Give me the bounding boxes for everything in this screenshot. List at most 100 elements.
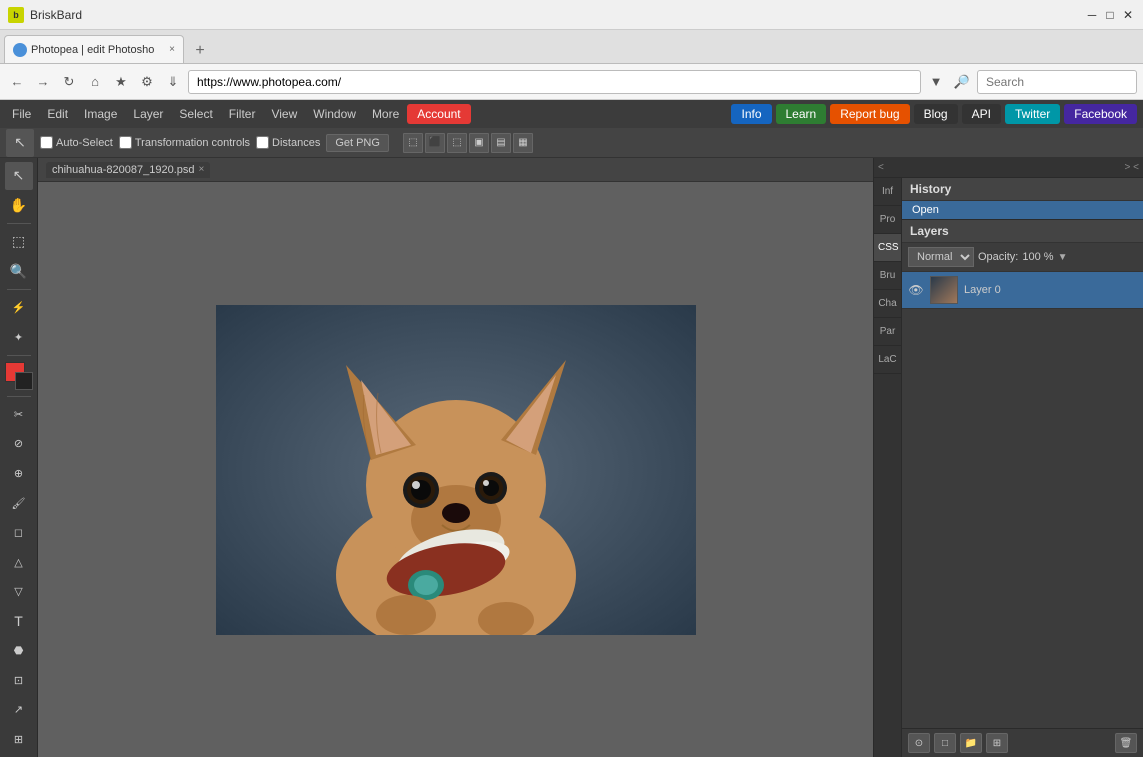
align-right-icon[interactable]: ⬚ (447, 133, 467, 153)
layer-thumbnail (930, 276, 958, 304)
canvas-image[interactable] (216, 305, 696, 635)
panel-collapse-left[interactable]: < (878, 162, 884, 173)
tab-close-button[interactable]: × (169, 44, 175, 55)
address-search[interactable]: 🔎 (951, 71, 973, 93)
side-tab-pro[interactable]: Pro (874, 206, 901, 234)
crop-tool-button[interactable]: ✂ (5, 401, 33, 429)
align-left-icon[interactable]: ⬚ (403, 133, 423, 153)
side-tab-css[interactable]: CSS (874, 234, 901, 262)
canvas-tab-close[interactable]: × (199, 164, 205, 175)
eyedropper-button[interactable]: ⊘ (5, 430, 33, 458)
marquee-tool-button[interactable]: ⬚ (5, 228, 33, 256)
menu-window[interactable]: Window (305, 103, 364, 125)
auto-select-option[interactable]: Auto-Select (40, 136, 113, 149)
side-tab-bru[interactable]: Bru (874, 262, 901, 290)
layer-visibility-icon[interactable]: 👁 (908, 282, 924, 298)
new-group-button[interactable]: 📁 (960, 733, 982, 753)
layers-toolbar: Normal Opacity: 100 % ▼ (902, 243, 1143, 272)
delete-layer-button[interactable]: 🗑 (1115, 733, 1137, 753)
layers-panel: Layers Normal Opacity: 100 % ▼ 👁 (902, 220, 1143, 757)
path-tool-button[interactable]: ↗ (5, 696, 33, 724)
layer-thumbnail-image (931, 277, 957, 303)
transformation-controls-option[interactable]: Transformation controls (119, 136, 250, 149)
learn-button[interactable]: Learn (776, 104, 827, 124)
minimize-button[interactable]: ─ (1085, 8, 1099, 22)
layer-mask-button[interactable]: □ (934, 733, 956, 753)
shape-tool-button[interactable]: ⬣ (5, 637, 33, 665)
distances-checkbox[interactable] (256, 136, 269, 149)
auto-select-checkbox[interactable] (40, 136, 53, 149)
maximize-button[interactable]: □ (1103, 8, 1117, 22)
layer-style-button[interactable]: ⊙ (908, 733, 930, 753)
bookmark-button[interactable]: ★ (110, 71, 132, 93)
close-button[interactable]: ✕ (1121, 8, 1135, 22)
side-tab-par[interactable]: Par (874, 318, 901, 346)
magic-wand-button[interactable]: ✦ (5, 324, 33, 352)
brush-tool-button[interactable]: 🖌 (5, 489, 33, 517)
menu-file[interactable]: File (4, 103, 39, 125)
search-input[interactable] (977, 70, 1137, 94)
download-button[interactable]: ⇓ (162, 71, 184, 93)
new-layer-button[interactable]: ⊞ (986, 733, 1008, 753)
settings-button[interactable]: ⚙ (136, 71, 158, 93)
api-button[interactable]: API (962, 104, 1001, 124)
menu-account[interactable]: Account (407, 104, 470, 124)
background-color[interactable] (15, 372, 33, 390)
history-panel-header: History (902, 178, 1143, 201)
address-input[interactable] (188, 70, 921, 94)
menu-image[interactable]: Image (76, 103, 125, 125)
info-button[interactable]: Info (731, 104, 771, 124)
panel-collapse-right[interactable]: > < (1125, 162, 1139, 173)
lasso-tool-button[interactable]: ⚡ (5, 294, 33, 322)
twitter-button[interactable]: Twitter (1005, 104, 1060, 124)
transform-tool-button[interactable]: ⊞ (5, 726, 33, 754)
address-bar: ← → ↻ ⌂ ★ ⚙ ⇓ ▼ 🔎 (0, 64, 1143, 100)
menu-layer[interactable]: Layer (125, 103, 171, 125)
distances-option[interactable]: Distances (256, 136, 320, 149)
menu-view[interactable]: View (263, 103, 305, 125)
pen-tool-button[interactable]: ⊡ (5, 666, 33, 694)
tab-favicon (13, 43, 27, 57)
refresh-button[interactable]: ↻ (58, 71, 80, 93)
menu-edit[interactable]: Edit (39, 103, 76, 125)
blend-mode-select[interactable]: Normal (908, 247, 974, 267)
text-tool-button[interactable]: T (5, 607, 33, 635)
forward-button[interactable]: → (32, 71, 54, 93)
layer-row-0[interactable]: 👁 Layer 0 (902, 272, 1143, 309)
side-tab-cha[interactable]: Cha (874, 290, 901, 318)
canvas-tab-item[interactable]: chihuahua-820087_1920.psd × (46, 162, 210, 178)
gradient-tool-button[interactable]: ▽ (5, 578, 33, 606)
align-center-icon[interactable]: ⬛ (425, 133, 445, 153)
opacity-label: Opacity: (978, 251, 1018, 263)
menu-select[interactable]: Select (171, 103, 220, 125)
browser-tabbar: Photopea | edit Photosho × + (0, 30, 1143, 64)
blog-button[interactable]: Blog (914, 104, 958, 124)
browser-tab-photopea[interactable]: Photopea | edit Photosho × (4, 35, 184, 63)
move-tool-button[interactable]: ↖ (5, 162, 33, 190)
new-tab-button[interactable]: + (188, 39, 212, 63)
transformation-controls-checkbox[interactable] (119, 136, 132, 149)
clone-tool-button[interactable]: ◻ (5, 519, 33, 547)
align-middle-icon[interactable]: ▤ (491, 133, 511, 153)
align-bottom-icon[interactable]: ▦ (513, 133, 533, 153)
get-png-button[interactable]: Get PNG (326, 134, 389, 152)
home-button[interactable]: ⌂ (84, 71, 106, 93)
hand-tool-button[interactable]: ✋ (5, 192, 33, 220)
side-tab-inf[interactable]: Inf (874, 178, 901, 206)
heal-tool-button[interactable]: ⊕ (5, 460, 33, 488)
align-top-icon[interactable]: ▣ (469, 133, 489, 153)
address-dropdown[interactable]: ▼ (925, 71, 947, 93)
facebook-button[interactable]: Facebook (1064, 104, 1137, 124)
side-tab-lac[interactable]: LaC (874, 346, 901, 374)
eraser-tool-button[interactable]: △ (5, 548, 33, 576)
opacity-dropdown[interactable]: ▼ (1058, 252, 1068, 263)
history-panel: History Open (902, 178, 1143, 220)
move-options-tool[interactable]: ↖ (6, 129, 34, 157)
zoom-tool-button[interactable]: 🔍 (5, 258, 33, 286)
menu-filter[interactable]: Filter (221, 103, 264, 125)
back-button[interactable]: ← (6, 71, 28, 93)
history-item-open[interactable]: Open (902, 201, 1143, 219)
canvas-content[interactable] (38, 182, 873, 757)
menu-more[interactable]: More (364, 103, 407, 125)
report-bug-button[interactable]: Report bug (830, 104, 909, 124)
